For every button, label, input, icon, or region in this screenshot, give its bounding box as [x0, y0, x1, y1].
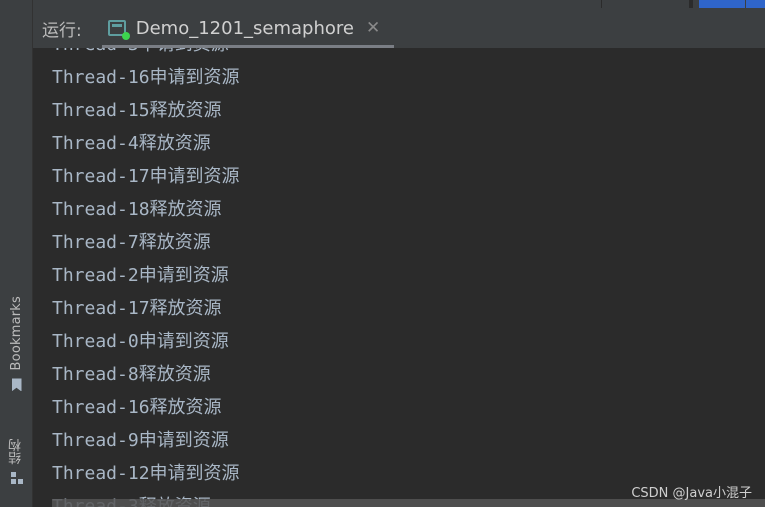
- run-panel-header: 运行: Demo_1201_semaphore ✕: [33, 8, 765, 48]
- thread-name: Thread-9: [52, 430, 139, 451]
- thread-name: Thread-17: [52, 298, 150, 319]
- run-panel-label: 运行:: [42, 20, 82, 41]
- thread-name: Thread-17: [52, 166, 150, 187]
- watermark: CSDN @Java小混子: [631, 486, 752, 501]
- console-line: Thread-8释放资源: [52, 358, 240, 391]
- console-line: Thread-16申请到资源: [52, 61, 240, 94]
- close-icon[interactable]: ✕: [366, 19, 380, 37]
- thread-message: 申请到资源: [139, 48, 229, 55]
- thread-message: 申请到资源: [138, 265, 229, 286]
- console-line: Thread-7释放资源: [52, 226, 240, 259]
- toolbar-segment: [601, 0, 690, 8]
- thread-name: Thread-4: [52, 133, 139, 154]
- console-line: Thread-15释放资源: [52, 94, 240, 127]
- thread-name: Thread-2: [52, 265, 139, 286]
- console-line: Thread-18释放资源: [52, 193, 240, 226]
- console-line: Thread-3申请到资源: [52, 48, 240, 61]
- thread-name: Thread-3: [52, 48, 139, 55]
- console-line: Thread-17释放资源: [52, 292, 240, 325]
- bookmarks-label: Bookmarks: [9, 296, 24, 371]
- thread-name: Thread-0: [52, 331, 139, 352]
- console-lines: Thread-3申请到资源Thread-16申请到资源Thread-15释放资源…: [52, 48, 240, 507]
- thread-name: Thread-16: [52, 67, 150, 88]
- thread-message: 释放资源: [149, 397, 222, 418]
- thread-name: Thread-18: [52, 199, 150, 220]
- console-line: Thread-12申请到资源: [52, 457, 240, 490]
- bookmarks-tool-button[interactable]: Bookmarks: [0, 296, 33, 392]
- thread-message: 释放资源: [138, 364, 211, 385]
- thread-message: 申请到资源: [149, 166, 240, 187]
- top-toolbar-strip: [33, 0, 765, 8]
- thread-name: Thread-16: [52, 397, 150, 418]
- toolbar-active-button[interactable]: [699, 0, 745, 8]
- structure-label: 结构: [9, 438, 24, 465]
- structure-icon: [10, 472, 23, 485]
- thread-message: 申请到资源: [138, 331, 229, 352]
- toolbar-active-button-2[interactable]: [746, 0, 765, 8]
- thread-message: 申请到资源: [138, 430, 229, 451]
- console-line: Thread-2申请到资源: [52, 259, 240, 292]
- thread-message: 申请到资源: [149, 463, 240, 484]
- console-line: Thread-16释放资源: [52, 391, 240, 424]
- thread-name: Thread-12: [52, 463, 150, 484]
- left-tool-stripe: Bookmarks 结构: [0, 0, 33, 507]
- bookmark-icon: [11, 378, 22, 392]
- structure-tool-button[interactable]: 结构: [0, 438, 33, 485]
- console-line: Thread-4释放资源: [52, 127, 240, 160]
- toolbar-divider: [689, 0, 693, 8]
- console-output[interactable]: Thread-3申请到资源Thread-16申请到资源Thread-15释放资源…: [33, 48, 765, 507]
- thread-message: 释放资源: [149, 199, 222, 220]
- run-tab[interactable]: Demo_1201_semaphore ✕: [101, 8, 395, 48]
- thread-message: 释放资源: [138, 133, 211, 154]
- thread-message: 释放资源: [138, 232, 211, 253]
- console-line: Thread-17申请到资源: [52, 160, 240, 193]
- thread-message: 申请到资源: [149, 67, 240, 88]
- running-indicator-icon: [121, 32, 130, 40]
- run-tab-title: Demo_1201_semaphore: [135, 17, 354, 39]
- thread-message: 释放资源: [149, 100, 222, 121]
- thread-message: 释放资源: [149, 298, 222, 319]
- application-run-icon: [107, 20, 130, 40]
- console-line: Thread-9申请到资源: [52, 424, 240, 457]
- thread-name: Thread-8: [52, 364, 139, 385]
- console-line: Thread-0申请到资源: [52, 325, 240, 358]
- thread-name: Thread-15: [52, 100, 150, 121]
- thread-name: Thread-7: [52, 232, 139, 253]
